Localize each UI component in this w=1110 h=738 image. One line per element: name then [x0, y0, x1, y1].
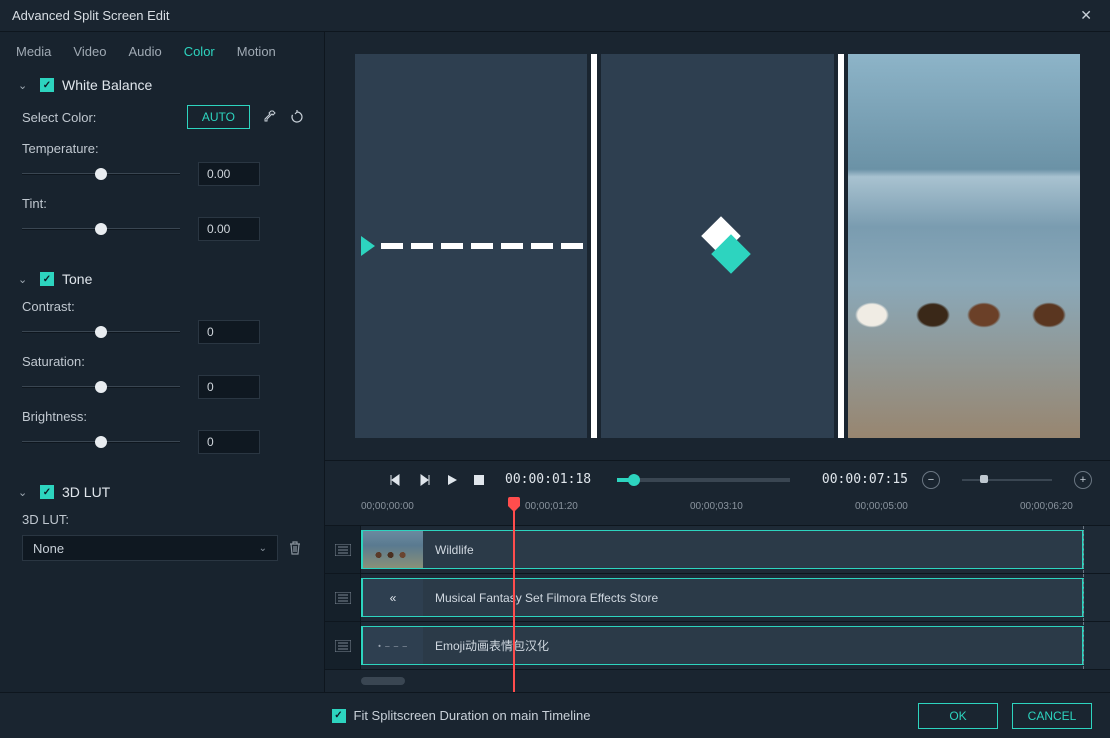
temperature-label: Temperature:	[22, 141, 302, 156]
tab-motion[interactable]: Motion	[237, 44, 276, 59]
timeline: 00;00;00:00 00;00;01:20 00;00;03:10 00;0…	[325, 498, 1110, 692]
ruler-tick: 00;00;00:00	[361, 501, 414, 512]
clip[interactable]: Musical Fantasy Set Filmora Effects Stor…	[361, 578, 1084, 617]
white-balance-title: White Balance	[62, 77, 152, 93]
tint-slider[interactable]	[22, 221, 180, 237]
tab-bar: Media Video Audio Color Motion	[0, 32, 324, 67]
clip-label: Wildlife	[435, 543, 474, 557]
titlebar: Advanced Split Screen Edit ✕	[0, 0, 1110, 32]
transport-bar: 00:00:01:18 00:00:07:15 − +	[325, 460, 1110, 498]
timeline-scrollbar[interactable]	[325, 670, 1110, 692]
logo-placeholder	[687, 216, 747, 276]
clip-label: Emoji动画表情包汉化	[435, 637, 549, 654]
preview-pane-3[interactable]	[848, 54, 1080, 438]
chevron-down-icon[interactable]: ⌄	[18, 273, 32, 286]
footer: Fit Splitscreen Duration on main Timelin…	[0, 692, 1110, 738]
zoom-slider[interactable]	[962, 479, 1052, 481]
lut-select[interactable]: None ⌄	[22, 535, 278, 561]
track-icon[interactable]	[325, 622, 361, 669]
white-balance-section: ⌄ White Balance Select Color: AUTO Tempe…	[0, 67, 324, 261]
clip[interactable]: Wildlife	[361, 530, 1084, 569]
clip-label: Musical Fantasy Set Filmora Effects Stor…	[435, 591, 658, 605]
ruler-tick: 00;00;06:20	[1020, 501, 1073, 512]
ruler-tick: 00;00;05:00	[855, 501, 908, 512]
zoom-in-button[interactable]: +	[1074, 471, 1092, 489]
tab-audio[interactable]: Audio	[128, 44, 161, 59]
window-title: Advanced Split Screen Edit	[12, 8, 170, 23]
clip-thumbnail	[363, 531, 423, 568]
lut-label: 3D LUT:	[18, 512, 306, 527]
tab-video[interactable]: Video	[73, 44, 106, 59]
next-frame-button[interactable]	[417, 473, 431, 487]
play-icon	[361, 236, 375, 256]
clip-thumbnail	[363, 579, 423, 616]
split-divider[interactable]	[591, 54, 597, 438]
lut-checkbox[interactable]	[40, 485, 54, 499]
chevron-down-icon[interactable]: ⌄	[18, 79, 32, 92]
close-icon[interactable]: ✕	[1074, 5, 1098, 26]
tint-label: Tint:	[22, 196, 302, 211]
stop-button[interactable]	[473, 474, 485, 486]
total-time: 00:00:07:15	[822, 472, 908, 487]
timeline-ruler[interactable]: 00;00;00:00 00;00;01:20 00;00;03:10 00;0…	[325, 498, 1110, 526]
chevron-down-icon: ⌄	[259, 543, 267, 554]
track-row: Wildlife	[325, 526, 1110, 574]
contrast-input[interactable]	[198, 320, 260, 344]
brightness-input[interactable]	[198, 430, 260, 454]
track-icon[interactable]	[325, 574, 361, 621]
tab-media[interactable]: Media	[16, 44, 51, 59]
auto-button[interactable]: AUTO	[187, 105, 250, 129]
select-color-label: Select Color:	[22, 110, 96, 125]
preview-viewport	[325, 32, 1110, 460]
track-row: Emoji动画表情包汉化	[325, 622, 1110, 670]
ruler-tick: 00;00;01:20	[525, 501, 578, 512]
sidebar: Media Video Audio Color Motion ⌄ White B…	[0, 32, 325, 692]
tone-section: ⌄ Tone Contrast: Saturation: Brightne	[0, 261, 324, 474]
track-row: Musical Fantasy Set Filmora Effects Stor…	[325, 574, 1110, 622]
progress-bar[interactable]	[617, 478, 790, 482]
playhead[interactable]	[513, 498, 515, 692]
contrast-slider[interactable]	[22, 324, 180, 340]
prev-frame-button[interactable]	[389, 473, 403, 487]
preview-pane-1[interactable]	[355, 54, 587, 438]
brightness-label: Brightness:	[22, 409, 302, 424]
tint-input[interactable]	[198, 217, 260, 241]
reset-icon[interactable]	[288, 108, 306, 126]
split-divider[interactable]	[838, 54, 844, 438]
brightness-slider[interactable]	[22, 434, 180, 450]
temperature-slider[interactable]	[22, 166, 180, 182]
tone-title: Tone	[62, 271, 92, 287]
current-time: 00:00:01:18	[505, 472, 591, 487]
lut-section: ⌄ 3D LUT 3D LUT: None ⌄	[0, 474, 324, 571]
clip[interactable]: Emoji动画表情包汉化	[361, 626, 1084, 665]
preview-area: 00:00:01:18 00:00:07:15 − + 00;00;00:00 …	[325, 32, 1110, 692]
saturation-slider[interactable]	[22, 379, 180, 395]
saturation-input[interactable]	[198, 375, 260, 399]
track-icon[interactable]	[325, 526, 361, 573]
contrast-label: Contrast:	[22, 299, 302, 314]
fit-duration-label: Fit Splitscreen Duration on main Timelin…	[354, 708, 591, 723]
clip-thumbnail	[363, 627, 423, 664]
saturation-label: Saturation:	[22, 354, 302, 369]
tab-color[interactable]: Color	[184, 44, 215, 59]
ruler-tick: 00;00;03:10	[690, 501, 743, 512]
trash-icon[interactable]	[288, 540, 302, 556]
ok-button[interactable]: OK	[918, 703, 998, 729]
white-balance-checkbox[interactable]	[40, 78, 54, 92]
play-button[interactable]	[445, 473, 459, 487]
lut-title: 3D LUT	[62, 484, 110, 500]
cancel-button[interactable]: CANCEL	[1012, 703, 1092, 729]
preview-pane-2[interactable]	[601, 54, 833, 438]
lut-selected: None	[33, 541, 64, 556]
fit-duration-checkbox[interactable]	[332, 709, 346, 723]
zoom-out-button[interactable]: −	[922, 471, 940, 489]
scrollbar-thumb[interactable]	[361, 677, 405, 685]
tone-checkbox[interactable]	[40, 272, 54, 286]
temperature-input[interactable]	[198, 162, 260, 186]
chevron-down-icon[interactable]: ⌄	[18, 486, 32, 499]
eyedropper-icon[interactable]	[260, 108, 278, 126]
